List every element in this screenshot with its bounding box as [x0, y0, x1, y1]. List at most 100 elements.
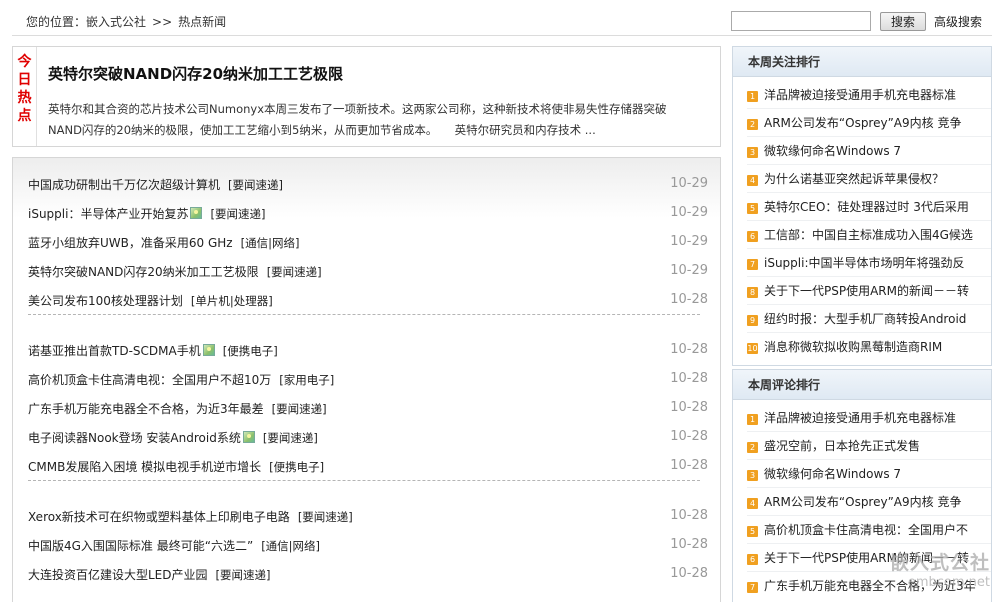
news-title-link[interactable]: 蓝牙小组放弃UWB，准备采用60 GHz: [28, 236, 233, 250]
advanced-search-link[interactable]: 高级搜索: [934, 13, 982, 30]
news-item: 大连投资百亿建设大型LED产业园 [要闻速递] 10-28: [28, 566, 708, 586]
news-item: 中国版4G入围国际标准 最终可能“六选二” [通信|网络] 10-28: [28, 537, 708, 557]
ranking-item-link[interactable]: 消息称微软拟收购黑莓制造商RIM: [764, 340, 942, 354]
news-category-link[interactable]: [要闻速递]: [298, 510, 353, 524]
group-divider: [28, 480, 700, 481]
news-category-link[interactable]: [要闻速递]: [228, 178, 283, 192]
breadcrumb-separator: >>: [152, 15, 173, 29]
news-item: 中国成功研制出千万亿次超级计算机 [要闻速递] 10-29: [28, 176, 708, 196]
news-item: Xerox新技术可在织物或塑料基体上印刷电子电路 [要闻速递] 10-28: [28, 508, 708, 528]
news-category-link[interactable]: [单片机|处理器]: [191, 294, 273, 308]
ranking-item-link[interactable]: 工信部：中国自主标准成功入围4G候选: [764, 228, 973, 242]
news-date: 10-28: [670, 342, 708, 357]
news-date: 10-28: [670, 400, 708, 415]
ranking-item[interactable]: 6 工信部：中国自主标准成功入围4G候选: [747, 221, 991, 249]
news-item: 诺基亚推出首款TD-SCDMA手机 [便携电子] 10-28: [28, 342, 708, 362]
rank-number-badge: 7: [747, 582, 758, 593]
ranking-item-link[interactable]: ARM公司发布“Osprey”A9内核 竞争: [764, 495, 961, 509]
news-title-link[interactable]: 电子阅读器Nook登场 安装Android系统: [28, 431, 241, 445]
ranking-list: 1 洋品牌被迫接受通用手机充电器标准 2 ARM公司发布“Osprey”A9内核 竞争…: [733, 77, 991, 365]
ranking-item-link[interactable]: 洋品牌被迫接受通用手机充电器标准: [764, 411, 956, 425]
ranking-item[interactable]: 5 高价机顶盒卡住高清电视：全国用户不: [747, 516, 991, 544]
breadcrumb-site-link[interactable]: 嵌入式公社: [86, 15, 146, 29]
rank-number-badge: 4: [747, 175, 758, 186]
ranking-item-link[interactable]: 为什么诺基亚突然起诉苹果侵权？: [764, 172, 944, 186]
rank-number-badge: 1: [747, 414, 758, 425]
news-item: CMMB发展陷入困境 模拟电视手机逆市增长 [便携电子] 10-28: [28, 458, 708, 478]
news-category-link[interactable]: [要闻速递]: [210, 207, 265, 221]
ranking-item[interactable]: 2 盛况空前，日本抢先正式发售: [747, 432, 991, 460]
rank-number-badge: 3: [747, 470, 758, 481]
breadcrumb-prefix: 您的位置：: [26, 15, 87, 29]
hot-label-char: 今: [17, 54, 32, 70]
rank-number-badge: 6: [747, 554, 758, 565]
news-item: 电子阅读器Nook登场 安装Android系统 [要闻速递] 10-28: [28, 429, 708, 449]
news-category-link[interactable]: [便携电子]: [269, 460, 324, 474]
news-date: 10-28: [670, 371, 708, 386]
news-category-link[interactable]: [要闻速递]: [272, 402, 327, 416]
news-title-link[interactable]: iSuppli：半导体产业开始复苏: [28, 207, 188, 221]
news-item: 广东手机万能充电器全不合格，为近3年最差 [要闻速递] 10-28: [28, 400, 708, 420]
ranking-item[interactable]: 4 为什么诺基亚突然起诉苹果侵权？: [747, 165, 991, 193]
ranking-item[interactable]: 1 洋品牌被迫接受通用手机充电器标准: [747, 404, 991, 432]
week-focus-ranking: 本周关注排行 1 洋品牌被迫接受通用手机充电器标准 2 ARM公司发布“Osprey”…: [732, 46, 992, 366]
ranking-item[interactable]: 8 关于下一代PSP使用ARM的新闻－－转: [747, 277, 991, 305]
news-item: 蓝牙小组放弃UWB，准备采用60 GHz [通信|网络] 10-29: [28, 234, 708, 254]
news-title-link[interactable]: CMMB发展陷入困境 模拟电视手机逆市增长: [28, 460, 261, 474]
ranking-item[interactable]: 3 微软缘何命名Windows 7: [747, 460, 991, 488]
news-title-link[interactable]: 英特尔突破NAND闪存20纳米加工工艺极限: [28, 265, 259, 279]
ranking-item[interactable]: 4 ARM公司发布“Osprey”A9内核 竞争: [747, 488, 991, 516]
news-category-link[interactable]: [要闻速递]: [267, 265, 322, 279]
news-category-link[interactable]: [家用电子]: [279, 373, 334, 387]
news-category-link[interactable]: [通信|网络]: [241, 236, 300, 250]
rank-number-badge: 1: [747, 91, 758, 102]
news-title-link[interactable]: 诺基亚推出首款TD-SCDMA手机: [28, 344, 201, 358]
news-title-link[interactable]: 大连投资百亿建设大型LED产业园: [28, 568, 208, 582]
rank-number-badge: 3: [747, 147, 758, 158]
rank-number-badge: 10: [747, 343, 758, 354]
breadcrumb-current[interactable]: 热点新闻: [178, 15, 226, 29]
news-category-link[interactable]: [要闻速递]: [263, 431, 318, 445]
news-title-link[interactable]: 高价机顶盒卡住高清电视：全国用户不超10万: [28, 373, 271, 387]
hot-headline-link[interactable]: 英特尔突破NAND闪存20纳米加工工艺极限: [48, 63, 343, 84]
news-title-link[interactable]: 广东手机万能充电器全不合格，为近3年最差: [28, 402, 264, 416]
rank-number-badge: 6: [747, 231, 758, 242]
top-bar: 您的位置：嵌入式公社 >> 热点新闻 搜索 高级搜索: [12, 6, 992, 36]
news-date: 10-28: [670, 458, 708, 473]
news-category-link[interactable]: [要闻速递]: [216, 568, 271, 582]
news-category-link[interactable]: [便携电子]: [223, 344, 278, 358]
ranking-item[interactable]: 7 iSuppli:中国半导体市场明年将强劲反: [747, 249, 991, 277]
ranking-item[interactable]: 2 ARM公司发布“Osprey”A9内核 竞争: [747, 109, 991, 137]
ranking-item-link[interactable]: iSuppli:中国半导体市场明年将强劲反: [764, 256, 965, 270]
ranking-title: 本周评论排行: [733, 370, 991, 400]
watermark-logo: 嵌入式公社 embcom.net: [870, 548, 990, 598]
ranking-item[interactable]: 10 消息称微软拟收购黑莓制造商RIM: [747, 333, 991, 361]
news-category-link[interactable]: [通信|网络]: [261, 539, 320, 553]
news-title-link[interactable]: 美公司发布100核处理器计划: [28, 294, 183, 308]
search-button[interactable]: 搜索: [880, 12, 926, 31]
rank-number-badge: 9: [747, 315, 758, 326]
ranking-item[interactable]: 3 微软缘何命名Windows 7: [747, 137, 991, 165]
ranking-item-link[interactable]: 微软缘何命名Windows 7: [764, 467, 901, 481]
ranking-item-link[interactable]: 关于下一代PSP使用ARM的新闻－－转: [764, 284, 969, 298]
hot-label-char: 热: [17, 90, 32, 106]
ranking-item-link[interactable]: 微软缘何命名Windows 7: [764, 144, 901, 158]
ranking-item-link[interactable]: ARM公司发布“Osprey”A9内核 竞争: [764, 116, 961, 130]
ranking-item-link[interactable]: 纽约时报：大型手机厂商转投Android: [764, 312, 966, 326]
ranking-item-link[interactable]: 高价机顶盒卡住高清电视：全国用户不: [764, 523, 968, 537]
news-date: 10-28: [670, 292, 708, 307]
watermark-en: embcom.net: [907, 575, 990, 590]
ranking-item[interactable]: 5 英特尔CEO：硅处理器过时 3代后采用: [747, 193, 991, 221]
news-date: 10-28: [670, 508, 708, 523]
news-title-link[interactable]: 中国成功研制出千万亿次超级计算机: [28, 178, 220, 192]
search-input[interactable]: [731, 11, 871, 31]
news-title-link[interactable]: Xerox新技术可在织物或塑料基体上印刷电子电路: [28, 510, 290, 524]
ranking-item-link[interactable]: 洋品牌被迫接受通用手机充电器标准: [764, 88, 956, 102]
rank-number-badge: 7: [747, 259, 758, 270]
news-item: 美公司发布100核处理器计划 [单片机|处理器] 10-28: [28, 292, 708, 312]
ranking-item-link[interactable]: 盛况空前，日本抢先正式发售: [764, 439, 920, 453]
ranking-item[interactable]: 9 纽约时报：大型手机厂商转投Android: [747, 305, 991, 333]
ranking-item-link[interactable]: 英特尔CEO：硅处理器过时 3代后采用: [764, 200, 969, 214]
news-title-link[interactable]: 中国版4G入围国际标准 最终可能“六选二”: [28, 539, 253, 553]
ranking-item[interactable]: 1 洋品牌被迫接受通用手机充电器标准: [747, 81, 991, 109]
